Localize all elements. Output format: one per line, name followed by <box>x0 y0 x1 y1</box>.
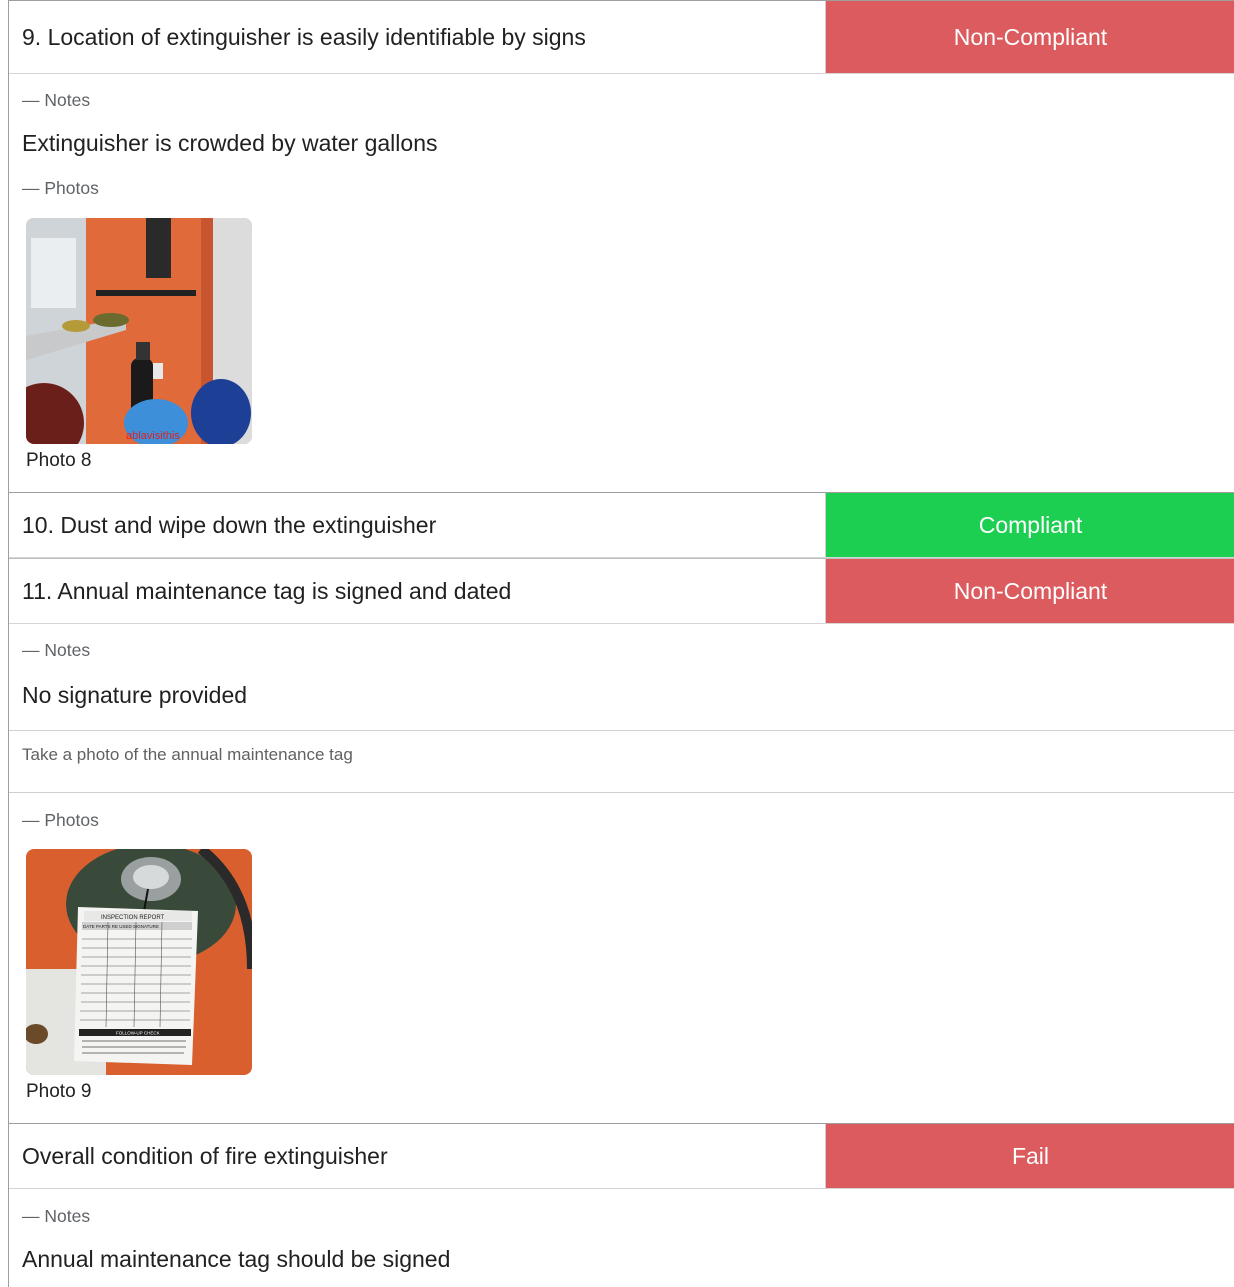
item-9-question: 9. Location of extinguisher is easily id… <box>9 1 826 73</box>
item-10-status-badge: Compliant <box>826 493 1234 557</box>
item-9-note-text: Extinguisher is crowded by water gallons <box>22 130 438 156</box>
svg-text:FOLLOW-UP CHECK: FOLLOW-UP CHECK <box>116 1031 160 1036</box>
item-11-status-badge: Non-Compliant <box>826 559 1234 623</box>
item-11-instruction: Take a photo of the annual maintenance t… <box>22 745 353 764</box>
svg-text:ablavisithis: ablavisithis <box>126 430 180 442</box>
photo-9-caption: Photo 9 <box>26 1081 92 1102</box>
item-11-note-text: No signature provided <box>22 682 248 708</box>
photo-9-thumbnail[interactable]: INSPECTION REPORT DATE PARTS RE USED SIG… <box>26 849 252 1075</box>
overall-status-badge: Fail <box>826 1124 1234 1188</box>
overall-condition-row: Overall condition of fire extinguisher F… <box>9 1123 1234 1189</box>
divider <box>9 730 1234 731</box>
item-9-notes-label: — Notes <box>22 90 91 110</box>
overall-notes-label: — Notes <box>22 1206 91 1226</box>
photo-8-caption: Photo 8 <box>26 450 92 471</box>
item-10-question: 10. Dust and wipe down the extinguisher <box>9 493 826 557</box>
item-11-question: 11. Annual maintenance tag is signed and… <box>9 559 826 623</box>
checklist-item-10: 10. Dust and wipe down the extinguisher … <box>9 492 1234 558</box>
divider <box>9 792 1234 793</box>
checklist-item-9: 9. Location of extinguisher is easily id… <box>9 0 1234 74</box>
photo-8-thumbnail[interactable]: ablavisithis <box>26 218 252 444</box>
item-11-photos-label: — Photos <box>22 810 99 830</box>
overall-note-text: Annual maintenance tag should be signed <box>22 1246 451 1272</box>
fire-extinguisher-photo: ablavisithis <box>26 218 252 444</box>
svg-text:INSPECTION REPORT: INSPECTION REPORT <box>101 915 165 921</box>
maintenance-tag-photo: INSPECTION REPORT DATE PARTS RE USED SIG… <box>26 849 252 1075</box>
inspection-report: 9. Location of extinguisher is easily id… <box>8 0 1234 1287</box>
overall-condition-question: Overall condition of fire extinguisher <box>9 1124 826 1188</box>
item-9-photos-label: — Photos <box>22 178 99 198</box>
checklist-item-11: 11. Annual maintenance tag is signed and… <box>9 558 1234 624</box>
item-9-status-badge: Non-Compliant <box>826 1 1234 73</box>
item-11-notes-label: — Notes <box>22 640 91 660</box>
svg-text:DATE PARTS RE USED SIGNA: DATE PARTS RE USED SIGNATURE <box>83 924 159 929</box>
